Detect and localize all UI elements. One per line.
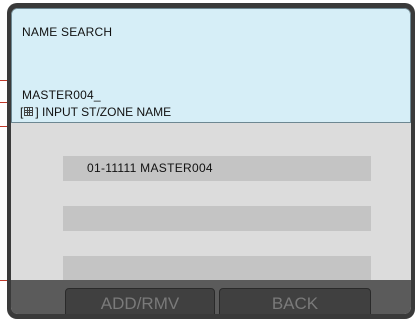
add-remove-button[interactable]: ADD/RMV [65, 288, 215, 314]
lcd-screen: NAME SEARCH MASTER004_ [ ] INPUT ST/ZONE … [11, 8, 411, 314]
device-bezel: NAME SEARCH MASTER004_ [ ] INPUT ST/ZONE … [7, 3, 415, 319]
button-bar: ADD/RMV BACK [11, 280, 411, 314]
info-panel: NAME SEARCH MASTER004_ [ ] INPUT ST/ZONE … [11, 8, 411, 123]
back-button[interactable]: BACK [219, 288, 371, 314]
result-row[interactable] [63, 256, 371, 281]
result-list: 01-11111 MASTER004 [11, 123, 411, 281]
page: NAME SEARCH MASTER004_ [ ] INPUT ST/ZONE … [0, 0, 419, 322]
screen-title: NAME SEARCH [22, 25, 113, 39]
result-row[interactable] [63, 206, 371, 231]
input-hint: [ ] INPUT ST/ZONE NAME [20, 105, 171, 119]
keyboard-icon [24, 107, 34, 116]
hint-bracket-open: [ [20, 105, 24, 119]
hint-text: ] INPUT ST/ZONE NAME [35, 105, 172, 119]
result-row[interactable]: 01-11111 MASTER004 [63, 156, 371, 181]
name-entry-field[interactable]: MASTER004_ [22, 88, 101, 102]
